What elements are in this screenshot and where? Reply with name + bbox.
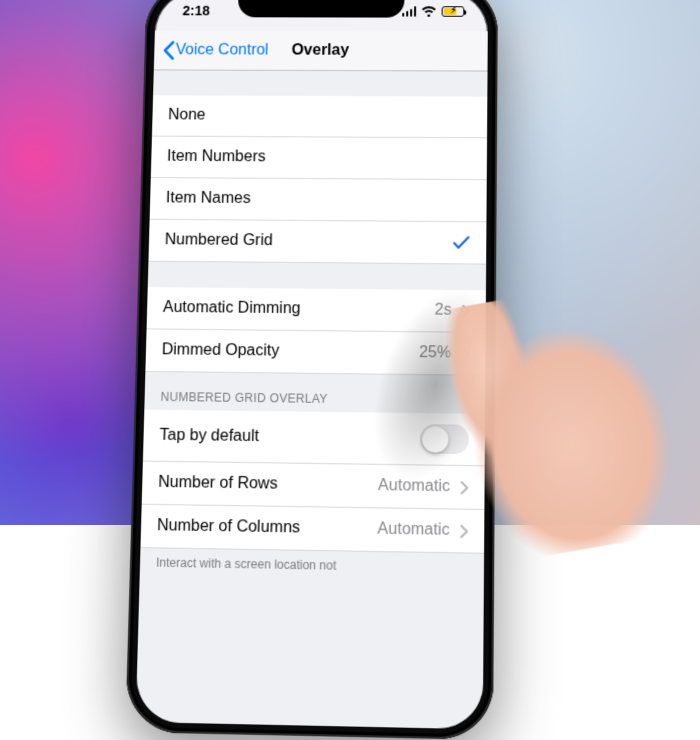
chevron-right-icon xyxy=(462,304,470,317)
cell-label: Number of Columns xyxy=(157,517,378,539)
status-indicators: ⚡︎ xyxy=(402,5,465,17)
tap-by-default-row[interactable]: Tap by default xyxy=(143,410,485,467)
screen: 2:18 ⚡︎ Voice Control Overlay None xyxy=(136,0,488,729)
cell-label: Tap by default xyxy=(159,426,420,448)
back-button-label: Voice Control xyxy=(176,41,269,58)
cell-label: Numbered Grid xyxy=(165,232,453,252)
chevron-right-icon xyxy=(460,524,468,537)
battery-icon: ⚡︎ xyxy=(442,6,465,17)
back-button[interactable]: Voice Control xyxy=(160,37,271,64)
settings-content[interactable]: None Item Numbers Item Names Numbered Gr… xyxy=(136,70,488,729)
grid-section-header: Numbered Grid Overlay xyxy=(144,372,485,414)
cell-label: Automatic Dimming xyxy=(163,299,435,319)
dimmed-opacity-row[interactable]: Dimmed Opacity 25% xyxy=(145,329,485,375)
number-of-rows-row[interactable]: Number of Rows Automatic xyxy=(142,462,485,510)
notch xyxy=(238,0,405,18)
page-title: Overlay xyxy=(291,42,349,59)
overlay-option-item-numbers[interactable]: Item Numbers xyxy=(151,137,487,181)
cell-label: Item Numbers xyxy=(167,148,471,167)
chevron-right-icon xyxy=(461,347,469,360)
cell-label: Number of Rows xyxy=(158,474,378,495)
chevron-left-icon xyxy=(162,40,175,59)
navigation-bar: Voice Control Overlay xyxy=(154,30,488,71)
cell-value: 25% xyxy=(419,344,451,362)
number-of-columns-row[interactable]: Number of Columns Automatic xyxy=(140,505,484,554)
status-time: 2:18 xyxy=(182,3,210,18)
chevron-right-icon xyxy=(460,481,468,494)
iphone-frame: 2:18 ⚡︎ Voice Control Overlay None xyxy=(125,0,498,740)
cell-value: Automatic xyxy=(377,520,449,539)
cell-label: None xyxy=(168,107,471,126)
cell-value: 2s xyxy=(435,302,452,320)
cellular-signal-icon xyxy=(402,6,416,17)
group-spacer xyxy=(153,70,487,96)
tap-by-default-toggle[interactable] xyxy=(420,424,469,454)
wifi-icon xyxy=(421,5,437,16)
cell-label: Dimmed Opacity xyxy=(162,341,420,362)
checkmark-icon xyxy=(452,235,470,251)
toggle-knob xyxy=(422,426,449,453)
automatic-dimming-row[interactable]: Automatic Dimming 2s xyxy=(147,287,486,333)
overlay-option-numbered-grid[interactable]: Numbered Grid xyxy=(148,220,486,265)
cell-label: Item Names xyxy=(166,190,471,210)
overlay-option-item-names[interactable]: Item Names xyxy=(150,178,487,222)
overlay-option-none[interactable]: None xyxy=(152,95,487,138)
cell-value: Automatic xyxy=(378,477,450,496)
group-spacer xyxy=(148,262,486,291)
